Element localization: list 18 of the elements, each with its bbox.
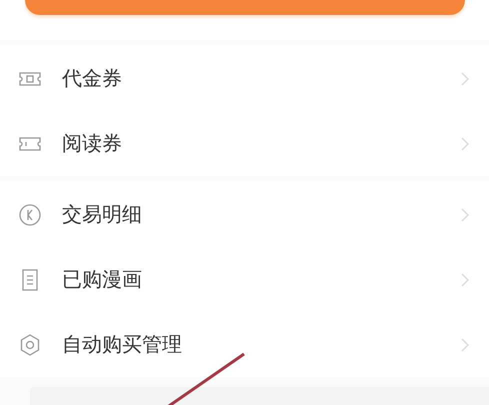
menu-item[interactable]: 自动购买管理 xyxy=(0,312,489,377)
menu-item[interactable]: 已购漫画 xyxy=(0,247,489,312)
menu-item[interactable]: 交易明细 xyxy=(0,182,489,247)
chevron-right-icon xyxy=(461,136,469,150)
primary-button[interactable] xyxy=(24,0,464,15)
coin-icon xyxy=(18,202,42,226)
menu-item-label: 阅读券 xyxy=(62,130,123,157)
chevron-right-icon xyxy=(461,208,469,222)
menu-item-label: 代金券 xyxy=(62,65,123,92)
menu-item-label: 交易明细 xyxy=(62,201,143,228)
chevron-right-icon xyxy=(461,338,469,352)
chevron-right-icon xyxy=(461,72,469,86)
chevron-right-icon xyxy=(461,272,469,286)
menu-item[interactable]: 阅读券 xyxy=(0,111,489,176)
menu-item[interactable]: 代金券 xyxy=(0,46,489,111)
menu-item-label: 已购漫画 xyxy=(62,266,143,293)
settings-icon xyxy=(18,332,42,356)
menu-item-label: 自动购买管理 xyxy=(62,331,183,358)
